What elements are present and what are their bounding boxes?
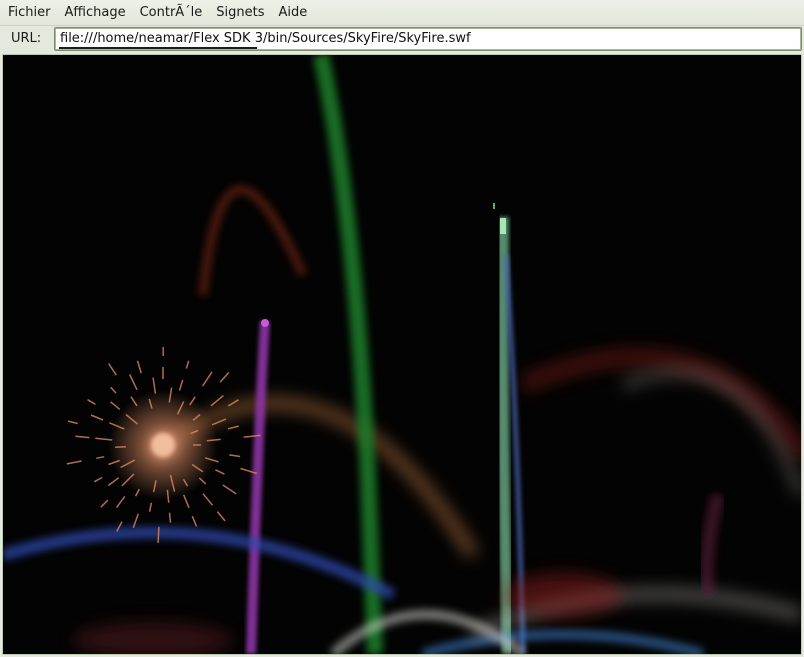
burst-ray	[168, 512, 172, 523]
menu-affichage[interactable]: Affichage	[58, 0, 133, 25]
burst-ray	[222, 484, 237, 495]
burst-ray	[229, 454, 241, 458]
burst-ray	[202, 493, 214, 506]
url-field-text: file:///home/neamar/Flex SDK 3/bin/Sourc…	[60, 31, 471, 46]
burst-ray	[201, 371, 213, 387]
text-selection-underline	[59, 47, 257, 49]
menu-signets[interactable]: Signets	[209, 0, 271, 25]
burst-ray	[129, 374, 138, 391]
burst-ray	[136, 360, 142, 374]
maroon-trail	[699, 493, 725, 596]
burst-ray	[185, 360, 190, 369]
url-bar: URL: file:///home/neamar/Flex SDK 3/bin/…	[0, 26, 804, 53]
burst-ray	[75, 435, 90, 439]
burst-ray	[93, 476, 103, 483]
purple-trail	[246, 320, 270, 654]
burst-ray	[183, 494, 190, 509]
burst-ray	[107, 363, 117, 376]
red-glow	[503, 573, 623, 617]
burst-ray	[178, 379, 184, 391]
burst-ray	[87, 399, 96, 405]
url-label: URL:	[11, 31, 42, 46]
burst-ray	[90, 414, 104, 421]
fireworks-animation	[3, 55, 801, 654]
burst-ray	[110, 386, 117, 394]
burst-ray	[191, 515, 198, 527]
swf-stage[interactable]	[2, 54, 802, 655]
burst-ray	[67, 420, 78, 425]
burst-ray	[66, 460, 82, 465]
burst-ray	[115, 446, 127, 449]
menu-fichier[interactable]: Fichier	[0, 0, 58, 25]
burst-ray	[227, 425, 239, 430]
burst-ray	[96, 455, 105, 460]
burst-ray	[115, 495, 126, 509]
blue-arc	[3, 526, 396, 601]
url-field[interactable]: file:///home/neamar/Flex SDK 3/bin/Sourc…	[54, 27, 802, 51]
menu-controle[interactable]: ContrÃ´le	[133, 0, 210, 25]
mint-spark	[500, 218, 506, 234]
burst-ray	[210, 395, 224, 407]
burst-ray	[110, 401, 121, 410]
burst-ray	[216, 511, 226, 522]
burst-ray	[148, 502, 153, 512]
menu-aide[interactable]: Aide	[272, 0, 315, 25]
dark-glow	[73, 622, 233, 654]
burst-ray	[132, 513, 140, 529]
orange-burst-core	[151, 433, 175, 457]
menu-bar: Fichier Affichage ContrÃ´le Signets Aide	[0, 0, 804, 26]
burst-ray	[107, 477, 120, 487]
burst-ray	[100, 499, 109, 508]
burst-ray	[219, 371, 230, 383]
grey-arc	[620, 367, 801, 498]
burst-ray	[215, 469, 225, 475]
flash-player-window: Fichier Affichage ContrÃ´le Signets Aide…	[0, 0, 804, 657]
blue-arc-low	[421, 629, 705, 654]
purple-spark	[261, 319, 269, 327]
burst-ray	[157, 526, 160, 543]
red-trail	[198, 185, 308, 296]
